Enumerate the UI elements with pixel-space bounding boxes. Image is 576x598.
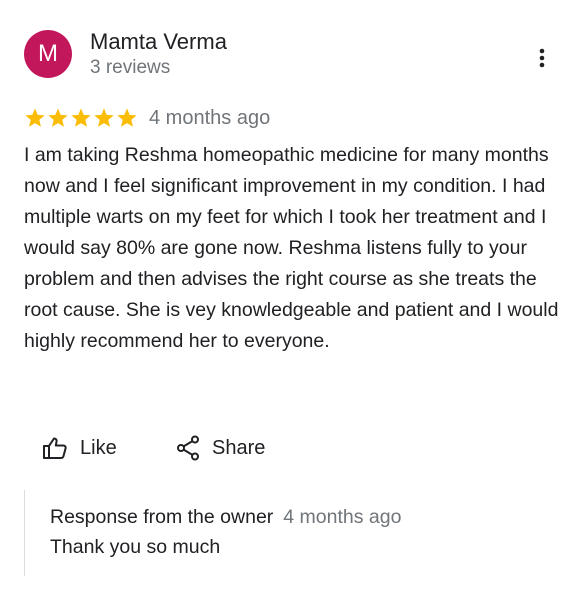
rating-row: 4 months ago: [24, 104, 270, 132]
like-label: Like: [80, 436, 117, 459]
avatar-initial: M: [38, 40, 58, 67]
owner-response-text: Thank you so much: [50, 536, 221, 558]
star-icon: [117, 108, 137, 127]
star-icon: [94, 108, 114, 127]
share-label: Share: [212, 436, 266, 459]
owner-response-date: 4 months ago: [283, 506, 402, 528]
like-button[interactable]: Like: [42, 430, 117, 466]
more-options-button[interactable]: [526, 42, 558, 74]
thumbs-up-icon: [43, 437, 67, 459]
avatar[interactable]: M: [24, 30, 72, 78]
author-name[interactable]: Mamta Verma: [90, 29, 227, 55]
share-button[interactable]: Share: [176, 430, 265, 466]
star-icon: [71, 108, 91, 127]
star-rating: [24, 104, 139, 132]
more-vert-icon: [539, 48, 545, 68]
review-count[interactable]: 3 reviews: [90, 57, 170, 79]
review-date: 4 months ago: [149, 107, 271, 129]
owner-response-label: Response from the owner: [50, 506, 274, 528]
star-icon: [25, 108, 45, 127]
share-icon: [177, 435, 199, 461]
owner-response-header: Response from the owner 4 months ago: [50, 504, 401, 530]
review-card: M Mamta Verma 3 reviews 4 months ago I a…: [0, 0, 576, 598]
owner-response: Response from the owner 4 months ago Than…: [24, 490, 545, 576]
star-icon: [48, 108, 68, 127]
review-text: I am taking Reshma homeopathic medicine …: [24, 144, 559, 352]
